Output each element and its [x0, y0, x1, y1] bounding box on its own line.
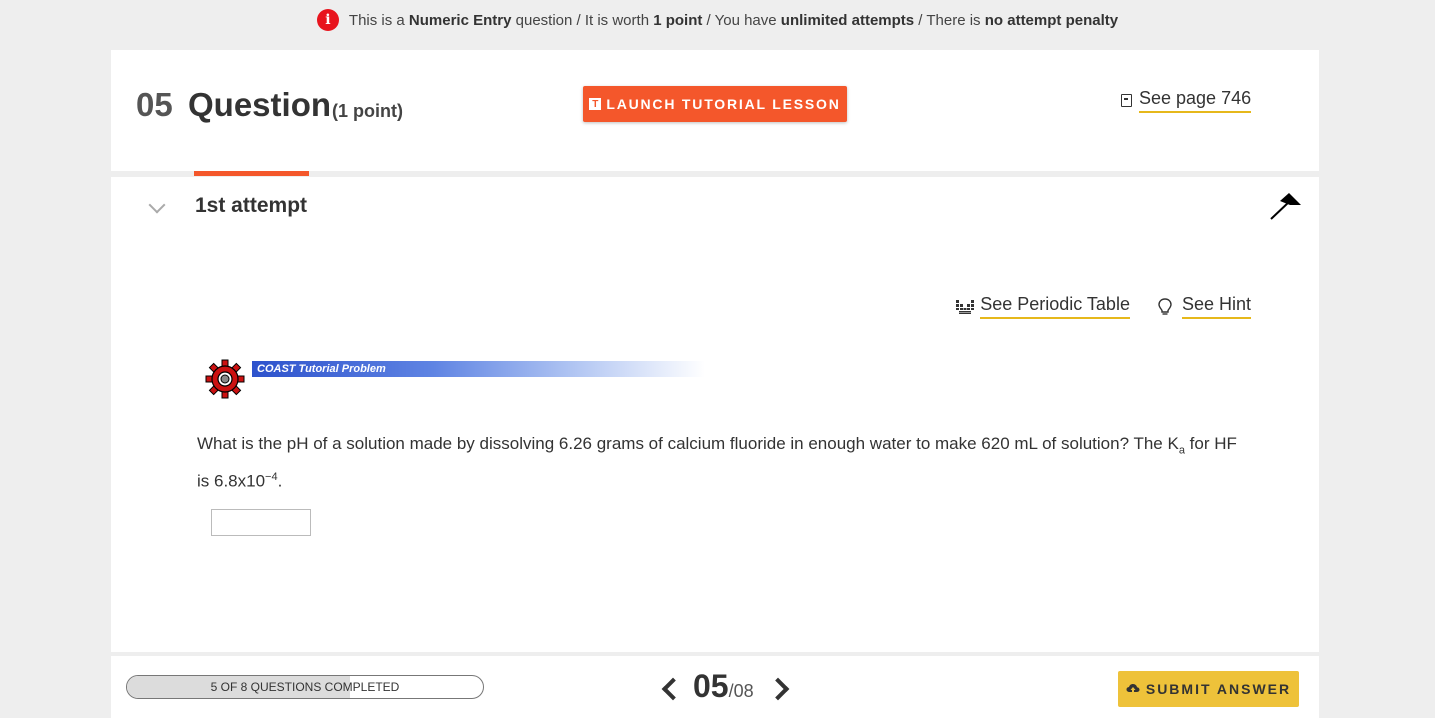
t-icon: T	[589, 98, 602, 110]
see-page-link[interactable]: See page 746	[1121, 88, 1252, 113]
answer-input[interactable]	[211, 509, 311, 536]
page-total: /08	[728, 681, 754, 701]
hint-label: See Hint	[1181, 294, 1251, 319]
see-page-label: See page 746	[1139, 88, 1252, 113]
progress-text: 5 OF 8 QUESTIONS COMPLETED	[210, 680, 400, 694]
periodic-table-link[interactable]: See Periodic Table	[956, 294, 1130, 319]
chevron-right-icon[interactable]	[766, 677, 789, 701]
attempt-panel: 1st attempt See Periodic Table See Hint	[111, 171, 1319, 652]
lightbulb-icon	[1158, 297, 1172, 315]
launch-tutorial-button[interactable]: T LAUNCH TUTORIAL LESSON	[583, 86, 847, 122]
hint-link[interactable]: See Hint	[1158, 294, 1251, 319]
chevron-down-icon[interactable]	[148, 196, 166, 214]
question-points: (1 point)	[332, 101, 403, 121]
tools-bar: See Periodic Table See Hint	[928, 294, 1251, 319]
info-banner: i This is a Numeric Entry question / It …	[0, 8, 1435, 32]
progress-bar: 5 OF 8 QUESTIONS COMPLETED	[126, 675, 484, 699]
info-icon: i	[316, 9, 339, 31]
chevron-left-icon[interactable]	[661, 677, 685, 701]
coast-label: COAST Tutorial Problem	[252, 361, 705, 377]
submit-answer-button[interactable]: SUBMIT ANSWER	[1118, 671, 1299, 707]
page-current: 05	[693, 668, 729, 704]
periodic-table-icon	[956, 299, 975, 314]
submit-answer-label: SUBMIT ANSWER	[1145, 681, 1292, 697]
launch-tutorial-label: LAUNCH TUTORIAL LESSON	[606, 96, 841, 112]
book-icon	[1121, 94, 1132, 107]
attempt-tab-indicator	[194, 171, 309, 176]
question-number: 05	[136, 86, 173, 123]
periodic-table-label: See Periodic Table	[980, 294, 1130, 319]
question-header: 05 Question (1 point) T LAUNCH TUTORIAL …	[111, 50, 1319, 171]
question-pager: 05 /08	[659, 668, 792, 705]
arrow-icon[interactable]	[1268, 193, 1304, 221]
cloud-upload-icon	[1126, 684, 1140, 694]
coast-banner: COAST Tutorial Problem	[205, 359, 705, 401]
question-title: Question	[188, 86, 332, 123]
attempt-title[interactable]: 1st attempt	[195, 194, 307, 218]
footer-bar: 5 OF 8 QUESTIONS COMPLETED 05 /08 SUBMIT…	[111, 656, 1319, 718]
question-text: What is the pH of a solution made by dis…	[197, 434, 1237, 492]
gear-icon	[205, 359, 245, 399]
banner-text: This is a Numeric Entry question / It is…	[348, 11, 1119, 29]
